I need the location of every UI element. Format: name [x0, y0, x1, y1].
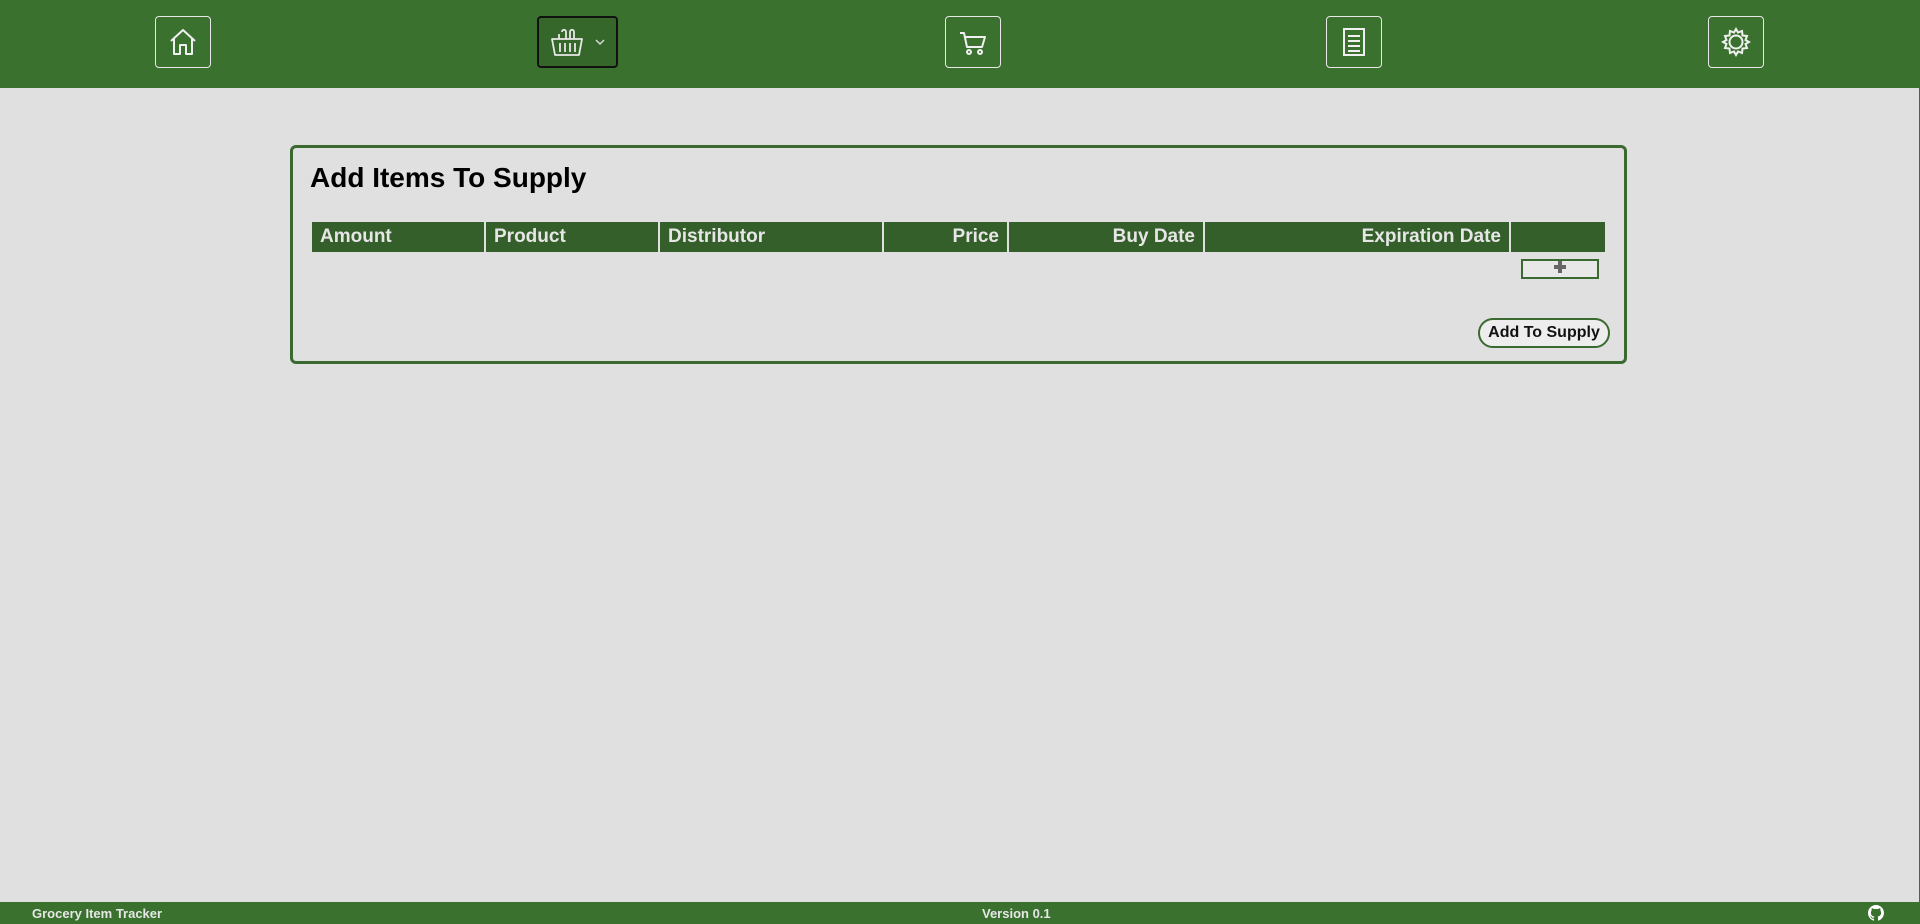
column-header-amount: Amount [312, 222, 484, 252]
cart-icon [957, 26, 989, 58]
add-to-supply-button[interactable]: Add To Supply [1478, 318, 1610, 348]
page-title: Add Items To Supply [310, 162, 587, 193]
footer: Grocery Item Tracker Version 0.1 [0, 902, 1920, 924]
home-icon [167, 26, 199, 58]
nav-settings-button[interactable] [1708, 16, 1764, 68]
chevron-down-icon [594, 38, 606, 46]
gear-icon [1720, 26, 1752, 58]
column-header-distributor: Distributor [660, 222, 882, 252]
column-header-actions [1511, 222, 1605, 252]
items-table-header: Amount Product Distributor Price Buy Dat… [312, 222, 1605, 252]
list-icon [1340, 26, 1368, 58]
top-nav-bar [0, 0, 1919, 88]
add-items-form-card: Add Items To Supply Amount Product Distr… [290, 145, 1627, 364]
add-row-button[interactable] [1521, 259, 1599, 279]
footer-app-name: Grocery Item Tracker [32, 906, 163, 921]
plus-icon [1553, 260, 1567, 279]
github-icon[interactable] [1868, 905, 1884, 924]
nav-supply-button[interactable] [537, 16, 618, 68]
column-header-product: Product [486, 222, 658, 252]
column-header-buy-date: Buy Date [1009, 222, 1203, 252]
nav-list-button[interactable] [1326, 16, 1382, 68]
nav-home-button[interactable] [155, 16, 211, 68]
column-header-price: Price [884, 222, 1007, 252]
footer-version: Version 0.1 [982, 906, 1051, 921]
nav-shopping-cart-button[interactable] [945, 16, 1001, 68]
column-header-expiration-date: Expiration Date [1205, 222, 1509, 252]
basket-icon [550, 26, 584, 58]
